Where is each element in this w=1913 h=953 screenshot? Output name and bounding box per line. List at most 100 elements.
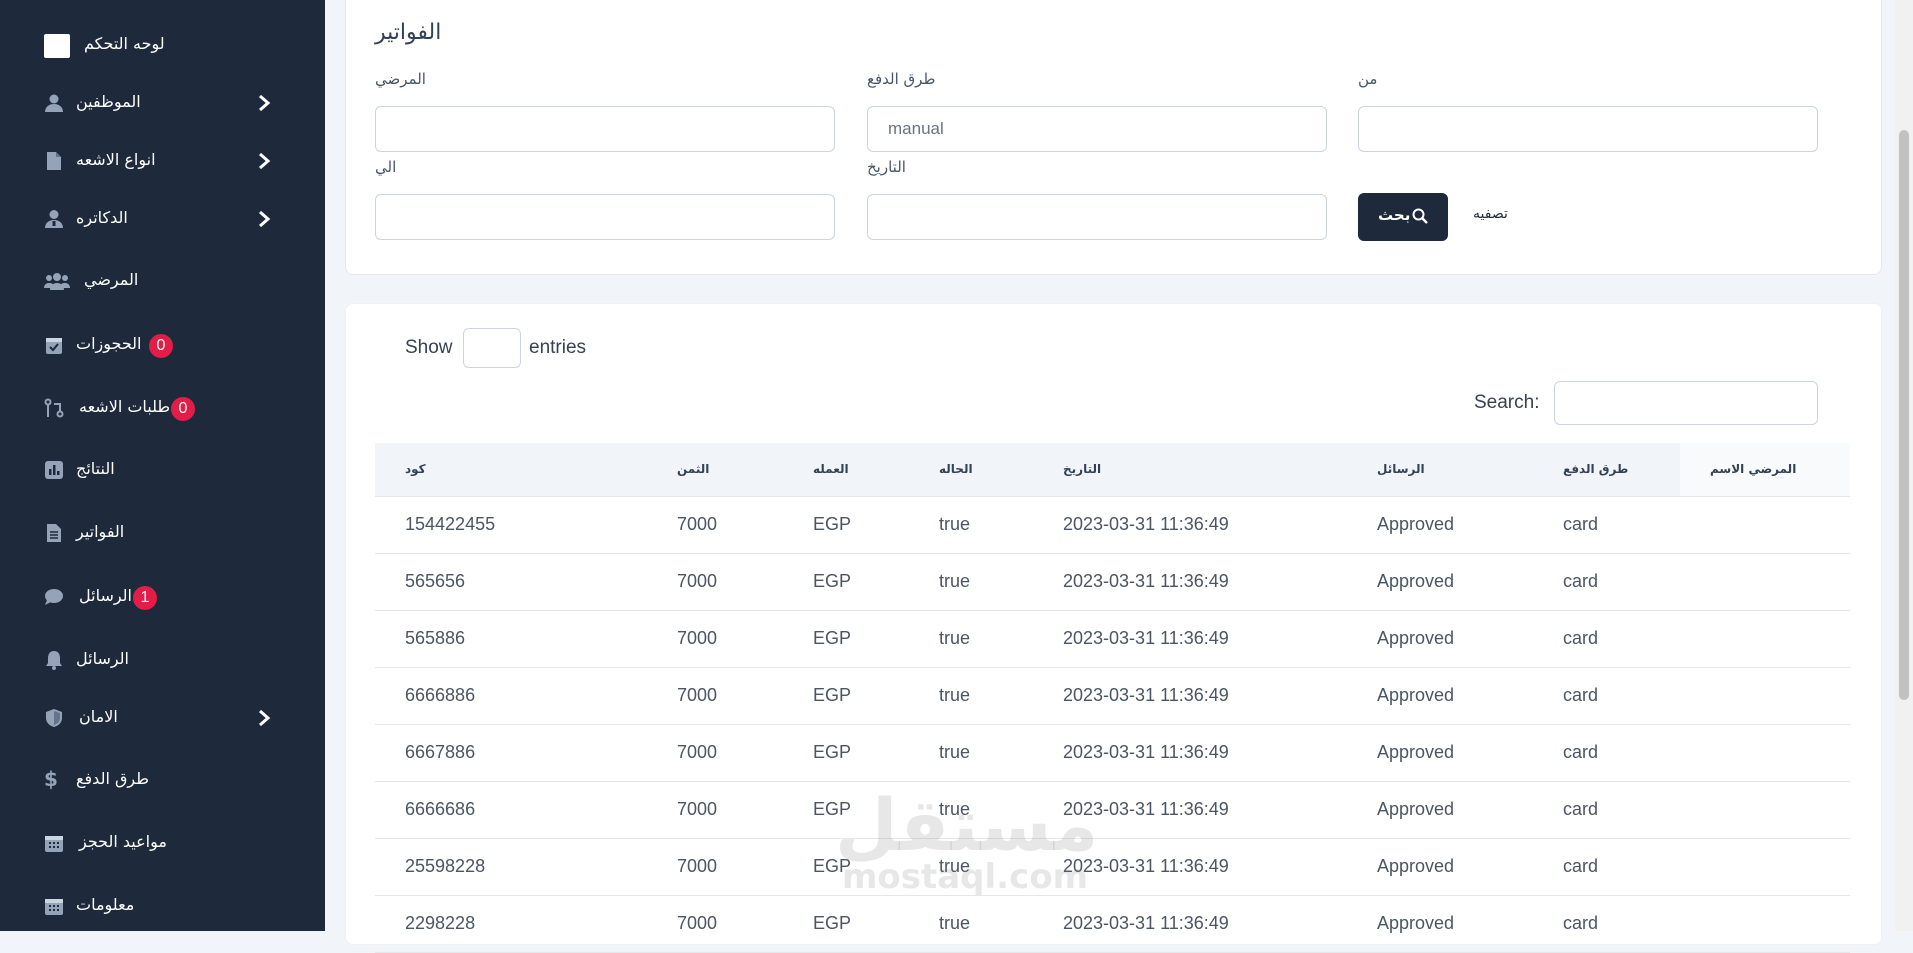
- sidebar-item-label: طلبات الاشعه: [79, 397, 171, 416]
- sidebar-item-label: الحجوزات: [76, 334, 142, 353]
- sidebar: لوحه التحكم الموظفين انواع الاشعه الدكات…: [0, 0, 325, 931]
- sidebar-item-payment-methods[interactable]: $ طرق الدفع: [0, 760, 325, 800]
- table-row[interactable]: 6666686 7000 EGP true 2023-03-31 11:36:49 App…: [375, 781, 1850, 839]
- entries-label: entries: [529, 337, 587, 358]
- sidebar-item-notifications[interactable]: الرسائل: [0, 640, 325, 680]
- sidebar-item-doctors[interactable]: الدكاتره: [0, 199, 325, 239]
- comment-icon: [45, 589, 63, 605]
- table-cell: 2298228: [375, 895, 647, 953]
- from-input[interactable]: [1358, 106, 1818, 152]
- bookings-badge: 0: [149, 334, 173, 358]
- table-cell: card: [1533, 781, 1680, 839]
- table-cell: 154422455: [375, 496, 647, 554]
- sidebar-item-label: الرسائل: [79, 586, 132, 605]
- sidebar-item-patients[interactable]: المرضي: [0, 261, 325, 301]
- table-row[interactable]: 154422455 7000 EGP true 2023-03-31 11:36:49 A…: [375, 496, 1850, 554]
- shield-icon: [46, 709, 62, 727]
- table-cell: [1680, 781, 1850, 839]
- sidebar-item-invoices[interactable]: الفواتير: [0, 513, 325, 553]
- ray-requests-badge: 0: [171, 397, 195, 421]
- table-cell: true: [909, 553, 1033, 611]
- sidebar-item-employees[interactable]: الموظفين: [0, 83, 325, 123]
- sidebar-item-ray-types[interactable]: انواع الاشعه: [0, 141, 325, 181]
- chevron-right-icon[interactable]: [256, 708, 272, 728]
- table-cell: 7000: [647, 667, 783, 725]
- table-cell: card: [1533, 724, 1680, 782]
- sidebar-item-label: معلومات: [76, 895, 135, 914]
- date-label: التاريخ: [867, 158, 906, 176]
- column-header[interactable]: كود: [375, 443, 647, 497]
- table-cell: [1680, 496, 1850, 554]
- sidebar-item-results[interactable]: النتائج: [0, 450, 325, 490]
- sidebar-item-label: النتائج: [76, 459, 115, 478]
- chart-icon: [45, 461, 63, 479]
- column-header[interactable]: الحاله: [909, 443, 1033, 497]
- table-row[interactable]: 6666886 7000 EGP true 2023-03-31 11:36:49 App…: [375, 667, 1850, 725]
- table-row[interactable]: 2298228 7000 EGP true 2023-03-31 11:36:49 App…: [375, 895, 1850, 953]
- patient-input[interactable]: [375, 106, 835, 152]
- table-cell: card: [1533, 838, 1680, 896]
- chevron-right-icon[interactable]: [256, 209, 272, 229]
- sidebar-item-bookings[interactable]: الحجوزات 0: [0, 325, 325, 365]
- payment-method-input[interactable]: manual: [867, 106, 1327, 152]
- table-row[interactable]: 565886 7000 EGP true 2023-03-31 11:36:49 Appr…: [375, 610, 1850, 668]
- date-input[interactable]: [867, 194, 1327, 240]
- table-cell: true: [909, 895, 1033, 953]
- table-row[interactable]: 6667886 7000 EGP true 2023-03-31 11:36:49 App…: [375, 724, 1850, 782]
- column-header[interactable]: المرضي الاسم: [1680, 443, 1850, 497]
- sidebar-item-booking-times[interactable]: مواعيد الحجز: [0, 823, 325, 863]
- table-cell: 2023-03-31 11:36:49: [1033, 724, 1347, 782]
- to-input[interactable]: [375, 194, 835, 240]
- chevron-right-icon[interactable]: [256, 93, 272, 113]
- search-icon: [1412, 208, 1428, 224]
- table-cell: Approved: [1347, 667, 1533, 725]
- clear-filter-link[interactable]: تصفيه: [1473, 206, 1508, 222]
- search-button-label: بحث: [1378, 206, 1411, 224]
- table-cell: card: [1533, 553, 1680, 611]
- file-icon: [47, 152, 61, 170]
- table-cell: [1680, 724, 1850, 782]
- table-cell: true: [909, 496, 1033, 554]
- table-cell: 7000: [647, 553, 783, 611]
- dollar-icon: $: [44, 767, 58, 791]
- column-header[interactable]: العمله: [783, 443, 909, 497]
- table-cell: EGP: [783, 667, 909, 725]
- calendar-icon: [45, 836, 63, 852]
- sidebar-item-label: طرق الدفع: [76, 769, 149, 788]
- table-cell: EGP: [783, 838, 909, 896]
- sidebar-item-ray-requests[interactable]: طلبات الاشعه 0: [0, 388, 325, 428]
- code-pull-icon: [44, 398, 64, 418]
- search-button[interactable]: بحث: [1358, 193, 1448, 241]
- table-cell: [1680, 895, 1850, 953]
- table-cell: 2023-03-31 11:36:49: [1033, 895, 1347, 953]
- table-cell: [1680, 667, 1850, 725]
- table-cell: Approved: [1347, 724, 1533, 782]
- table-cell: card: [1533, 667, 1680, 725]
- sidebar-item-label: الرسائل: [76, 649, 129, 668]
- to-label: الي: [375, 158, 397, 176]
- table-cell: card: [1533, 610, 1680, 668]
- column-header[interactable]: طرق الدفع: [1533, 443, 1680, 497]
- table-row[interactable]: 565656 7000 EGP true 2023-03-31 11:36:49 Appr…: [375, 553, 1850, 611]
- table-cell: Approved: [1347, 895, 1533, 953]
- table-cell: 565886: [375, 610, 647, 668]
- user-icon: [45, 94, 63, 112]
- sidebar-item-messages[interactable]: الرسائل 1: [0, 577, 325, 617]
- column-header[interactable]: الرسائل: [1347, 443, 1533, 497]
- entries-select[interactable]: [463, 328, 521, 368]
- table-cell: 2023-03-31 11:36:49: [1033, 838, 1347, 896]
- show-label: Show: [405, 337, 453, 358]
- sidebar-item-dashboard[interactable]: لوحه التحكم: [0, 25, 325, 65]
- column-header[interactable]: التاريخ: [1033, 443, 1347, 497]
- table-row[interactable]: 25598228 7000 EGP true 2023-03-31 11:36:49 Ap…: [375, 838, 1850, 896]
- payment-method-label: طرق الدفع: [867, 70, 936, 88]
- scrollbar-thumb[interactable]: [1899, 130, 1909, 700]
- sidebar-item-label: مواعيد الحجز: [79, 832, 167, 851]
- sidebar-item-info[interactable]: معلومات: [0, 886, 325, 926]
- table-search-input[interactable]: [1554, 381, 1818, 425]
- chevron-right-icon[interactable]: [256, 151, 272, 171]
- messages-badge: 1: [133, 586, 157, 610]
- table-cell: 6666686: [375, 781, 647, 839]
- sidebar-item-security[interactable]: الامان: [0, 698, 325, 738]
- column-header[interactable]: الثمن: [647, 443, 783, 497]
